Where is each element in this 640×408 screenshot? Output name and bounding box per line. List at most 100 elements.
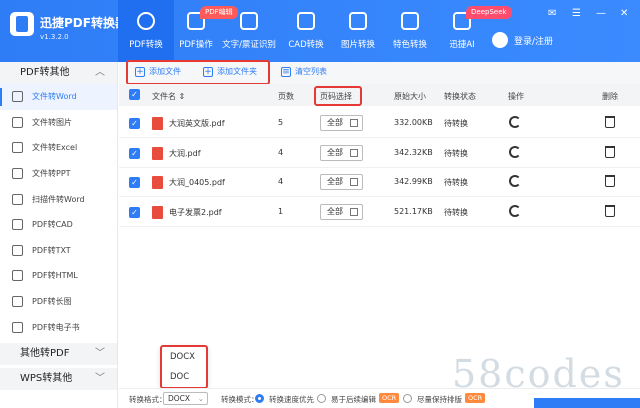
chevron-up-icon: ︿ bbox=[95, 67, 105, 78]
page-count: 5 bbox=[278, 118, 284, 127]
mode-edit-label: 易于后续编辑 bbox=[331, 395, 376, 404]
edit-icon bbox=[350, 119, 358, 127]
app-version: v1.3.2.0 bbox=[40, 33, 69, 41]
refresh-icon[interactable] bbox=[509, 175, 521, 187]
word-icon bbox=[12, 91, 23, 103]
menu-icon[interactable]: ☰ bbox=[572, 8, 581, 19]
nav-ocr[interactable]: 文字/票证识别 bbox=[221, 0, 277, 62]
pdf-file-icon bbox=[152, 176, 163, 189]
page-range-label: 全部 bbox=[327, 118, 343, 127]
page-range-button[interactable]: 全部 bbox=[320, 204, 363, 220]
format-select-value: DOCX bbox=[168, 394, 191, 403]
ocr-badge: OCR bbox=[379, 393, 400, 403]
highlight-page-select bbox=[314, 86, 362, 106]
cad-icon bbox=[12, 219, 23, 231]
page-range-label: 全部 bbox=[327, 207, 343, 216]
sidebar-item-label: PDF转电子书 bbox=[32, 322, 80, 332]
trash-icon[interactable] bbox=[605, 205, 615, 217]
refresh-icon[interactable] bbox=[509, 205, 521, 217]
format-option-docx[interactable]: DOCX bbox=[162, 347, 206, 367]
format-option-doc[interactable]: DOC bbox=[162, 367, 206, 387]
row-checkbox[interactable]: ✓ bbox=[129, 177, 140, 188]
chevron-down-icon: ⌄ bbox=[197, 394, 204, 403]
sidebar-item-to-ppt[interactable]: 文件转PPT bbox=[0, 161, 117, 187]
page-range-label: 全部 bbox=[327, 177, 343, 186]
clear-list-button[interactable]: ≡ 清空列表 bbox=[281, 66, 327, 77]
login-button[interactable]: 登录/注册 bbox=[492, 32, 553, 48]
chevron-down-icon: ﹀ bbox=[95, 372, 105, 384]
sidebar-item-scan-to-word[interactable]: 扫描件转Word bbox=[0, 186, 117, 212]
nav-cad[interactable]: CAD转换 bbox=[278, 0, 334, 62]
sidebar-item-to-html[interactable]: PDF转HTML bbox=[0, 263, 117, 289]
sidebar-group-other-to-pdf[interactable]: 其他转PDF ﹀ bbox=[0, 342, 117, 365]
refresh-icon[interactable] bbox=[509, 116, 521, 128]
convert-button[interactable] bbox=[534, 398, 640, 408]
nav-special[interactable]: 特色转换 bbox=[382, 0, 438, 62]
nav-label: CAD转换 bbox=[288, 40, 324, 50]
row-checkbox[interactable]: ✓ bbox=[129, 118, 140, 129]
mode-layout-radio[interactable] bbox=[403, 394, 412, 403]
sidebar-item-to-ebook[interactable]: PDF转电子书 bbox=[0, 314, 117, 340]
login-label: 登录/注册 bbox=[514, 36, 554, 47]
sidebar-item-to-image[interactable]: 文件转图片 bbox=[0, 110, 117, 136]
sidebar-item-label: 文件转PPT bbox=[32, 169, 71, 179]
top-bar: 迅捷PDF转换器 v1.3.2.0 PDF转换 PDF操作 PDF编辑 文字/票… bbox=[0, 0, 640, 62]
nav-label: 文字/票证识别 bbox=[222, 40, 276, 50]
sidebar-item-to-long-image[interactable]: PDF转长图 bbox=[0, 289, 117, 315]
col-pages: 页数 bbox=[278, 92, 294, 101]
select-all-checkbox[interactable]: ✓ bbox=[129, 89, 140, 100]
mode-layout-label: 尽量保持排版 bbox=[417, 395, 462, 404]
sidebar-group-pdf-to-other[interactable]: PDF转其他 ︿ bbox=[0, 62, 117, 84]
page-count: 4 bbox=[278, 177, 284, 186]
file-name: 电子发票2.pdf bbox=[169, 208, 222, 217]
convert-status: 待转换 bbox=[444, 119, 468, 128]
clear-icon: ≡ bbox=[281, 66, 291, 77]
ocr-icon bbox=[240, 12, 258, 30]
file-size: 521.17KB bbox=[394, 207, 433, 216]
mode-speed-radio[interactable] bbox=[255, 394, 264, 403]
sidebar-item-to-cad[interactable]: PDF转CAD bbox=[0, 212, 117, 238]
file-size: 332.00KB bbox=[394, 118, 433, 127]
format-select[interactable]: DOCX ⌄ bbox=[163, 392, 208, 405]
page-range-button[interactable]: 全部 bbox=[320, 115, 363, 131]
row-checkbox[interactable]: ✓ bbox=[129, 148, 140, 159]
minimize-icon[interactable]: — bbox=[596, 8, 606, 19]
ppt-icon bbox=[12, 168, 23, 180]
excel-icon bbox=[12, 142, 23, 154]
cad-icon bbox=[297, 12, 315, 30]
highlight-add-buttons bbox=[126, 60, 270, 85]
refresh-icon[interactable] bbox=[509, 146, 521, 158]
edit-icon bbox=[350, 178, 358, 186]
page-count: 4 bbox=[278, 148, 284, 157]
row-checkbox[interactable]: ✓ bbox=[129, 207, 140, 218]
sidebar-item-to-txt[interactable]: PDF转TXT bbox=[0, 238, 117, 264]
ebook-icon bbox=[12, 321, 23, 333]
scan-icon bbox=[12, 193, 23, 205]
nav-label: 特色转换 bbox=[392, 40, 427, 50]
sidebar-item-to-excel[interactable]: 文件转Excel bbox=[0, 135, 117, 161]
app-brand: 迅捷PDF转换器 v1.3.2.0 bbox=[40, 14, 127, 41]
table-header: ✓ 文件名 ⇕ 页数 页码选择 原始大小 转换状态 操作 删除 bbox=[119, 84, 640, 106]
col-name[interactable]: 文件名 ⇕ bbox=[152, 91, 185, 102]
trash-icon[interactable] bbox=[605, 175, 615, 187]
pdf-file-icon bbox=[152, 147, 163, 160]
page-range-button[interactable]: 全部 bbox=[320, 174, 363, 190]
txt-icon bbox=[12, 244, 23, 256]
app-name: 迅捷PDF转换器 bbox=[40, 16, 127, 30]
sidebar-group-wps-to-other[interactable]: WPS转其他 ﹀ bbox=[0, 367, 117, 390]
sidebar-item-label: PDF转CAD bbox=[32, 220, 73, 230]
page-range-button[interactable]: 全部 bbox=[320, 145, 363, 161]
pdf-file-icon bbox=[152, 117, 163, 130]
trash-icon[interactable] bbox=[605, 116, 615, 128]
sidebar-item-label: 文件转Excel bbox=[32, 143, 78, 153]
nav-pdf-convert[interactable]: PDF转换 bbox=[118, 0, 174, 62]
mail-icon[interactable]: ✉ bbox=[548, 8, 556, 19]
chevron-down-icon: ﹀ bbox=[95, 347, 105, 359]
mode-edit-radio[interactable] bbox=[317, 394, 326, 403]
file-size: 342.99KB bbox=[394, 177, 433, 186]
sidebar-item-to-word[interactable]: 文件转Word bbox=[0, 84, 117, 110]
nav-image[interactable]: 图片转换 bbox=[330, 0, 386, 62]
trash-icon[interactable] bbox=[605, 146, 615, 158]
image-icon bbox=[349, 12, 367, 30]
close-icon[interactable]: ✕ bbox=[620, 8, 628, 19]
